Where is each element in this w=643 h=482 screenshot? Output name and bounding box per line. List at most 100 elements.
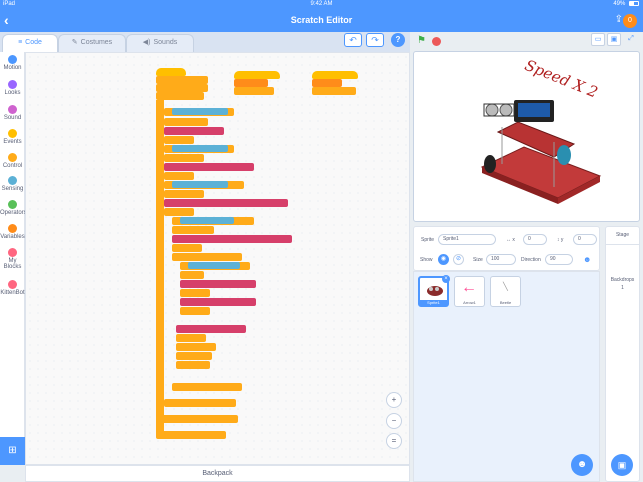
x-field[interactable]: 0 xyxy=(523,234,547,245)
redo-button[interactable]: ↷ xyxy=(366,33,384,47)
code-block[interactable] xyxy=(172,253,242,261)
sprite-info-panel: Sprite Sprite1 ↔ x 0 ↕ y 0 Show ◉ ⊘ Size… xyxy=(413,226,600,271)
code-block[interactable] xyxy=(172,383,242,391)
code-block[interactable] xyxy=(176,325,246,333)
category-sensing[interactable]: Sensing xyxy=(0,176,25,192)
eye-open-icon: ◉ xyxy=(440,256,447,262)
delete-sprite-icon[interactable]: × xyxy=(442,275,450,283)
code-block[interactable] xyxy=(164,208,194,216)
category-looks[interactable]: Looks xyxy=(0,80,25,96)
category-variables[interactable]: Variables xyxy=(0,224,25,240)
my-blocks-dot-icon xyxy=(8,248,17,257)
y-field[interactable]: 0 xyxy=(573,234,597,245)
arrow-sprite-icon: ← xyxy=(461,279,477,296)
help-button[interactable]: ? xyxy=(391,33,405,47)
category-operators[interactable]: Operators xyxy=(0,200,27,216)
tab-code[interactable]: ≡ Code xyxy=(2,34,58,52)
choose-backdrop-button[interactable]: ▣ xyxy=(611,454,633,476)
code-block[interactable] xyxy=(176,334,206,342)
direction-field[interactable]: 90 xyxy=(545,254,573,265)
code-block[interactable] xyxy=(172,235,292,243)
add-extension-button[interactable]: ⊞ xyxy=(0,437,25,465)
events-dot-icon xyxy=(8,129,17,138)
code-block[interactable] xyxy=(156,415,238,423)
fullscreen-button[interactable]: ⤢ xyxy=(624,33,638,46)
code-block[interactable] xyxy=(180,298,256,306)
small-stage-button[interactable]: ▭ xyxy=(591,33,605,46)
code-block[interactable] xyxy=(156,68,186,76)
show-hidden-button[interactable]: ⊘ xyxy=(453,254,464,265)
code-block[interactable] xyxy=(176,343,216,351)
code-workspace[interactable]: + − = xyxy=(25,52,410,465)
choose-sprite-button[interactable]: ☻ xyxy=(571,454,593,476)
title-bar: ‹ Scratch Editor ⇪ 0 xyxy=(0,10,643,32)
code-block[interactable] xyxy=(180,280,256,288)
sensing-reporter[interactable] xyxy=(188,262,240,269)
sprite-tile-sprite1[interactable]: × Sprite1 xyxy=(418,275,450,307)
stop-icon[interactable] xyxy=(432,37,441,46)
tab-sounds[interactable]: ◀) Sounds xyxy=(126,34,194,52)
sensing-reporter[interactable] xyxy=(172,108,228,115)
category-kittenbot[interactable]: KittenBot xyxy=(0,280,25,296)
code-block[interactable] xyxy=(180,289,210,297)
category-control[interactable]: Control xyxy=(0,153,25,169)
zoom-in-button[interactable]: + xyxy=(386,392,402,408)
code-block[interactable] xyxy=(164,163,254,171)
backdrops-label: Backdrops xyxy=(610,277,635,283)
code-block[interactable] xyxy=(234,87,274,95)
code-block[interactable] xyxy=(234,71,280,79)
tab-costumes[interactable]: ✎ Costumes xyxy=(58,34,126,52)
zoom-reset-icon: = xyxy=(391,436,397,445)
code-block[interactable] xyxy=(164,199,288,207)
sprite-tile-arrow1[interactable]: ← Arrow1 xyxy=(454,276,485,307)
code-block[interactable] xyxy=(164,154,204,162)
code-block[interactable] xyxy=(172,226,214,234)
sprite-name-field[interactable]: Sprite1 xyxy=(438,234,496,245)
code-block[interactable] xyxy=(156,84,208,92)
code-block[interactable] xyxy=(156,92,204,100)
large-stage-button[interactable]: ▣ xyxy=(607,33,621,46)
category-events[interactable]: Events xyxy=(0,129,25,145)
code-block[interactable] xyxy=(172,244,202,252)
share-icon[interactable]: ⇪ xyxy=(615,14,623,25)
zoom-reset-button[interactable]: = xyxy=(386,433,402,449)
battery-percent: 49% xyxy=(613,1,626,8)
code-block[interactable] xyxy=(164,172,194,180)
code-block[interactable] xyxy=(312,87,356,95)
code-block[interactable] xyxy=(156,431,226,439)
category-sound[interactable]: Sound xyxy=(0,105,25,121)
stage-target-panel[interactable]: Stage Backdrops 1 xyxy=(605,226,640,482)
code-block[interactable] xyxy=(312,71,358,79)
robot-thumbnail-icon xyxy=(427,286,443,296)
undo-button[interactable]: ↶ xyxy=(344,33,362,47)
stage-canvas[interactable]: Speed X 2 xyxy=(413,51,640,222)
sprite-tile-beetle[interactable]: ╲ Beetle xyxy=(490,276,521,307)
zoom-out-button[interactable]: − xyxy=(386,413,402,429)
sensing-reporter[interactable] xyxy=(180,217,234,224)
notification-badge[interactable]: 0 xyxy=(623,14,637,28)
category-motion[interactable]: Motion xyxy=(0,55,25,71)
code-block[interactable] xyxy=(312,79,342,87)
sensing-reporter[interactable] xyxy=(172,181,228,188)
code-block[interactable] xyxy=(164,118,208,126)
sprite-cat-icon[interactable]: ☻ xyxy=(583,255,591,264)
code-block[interactable] xyxy=(180,307,210,315)
code-block[interactable] xyxy=(164,127,224,135)
backpack-bar[interactable]: Backpack xyxy=(25,465,410,482)
code-block[interactable] xyxy=(176,361,210,369)
show-visible-button[interactable]: ◉ xyxy=(438,254,449,265)
code-block[interactable] xyxy=(180,271,204,279)
status-time: 9:42 AM xyxy=(310,1,333,7)
category-my-blocks[interactable]: My Blocks xyxy=(0,248,25,270)
code-block[interactable] xyxy=(164,190,204,198)
code-block[interactable] xyxy=(164,136,194,144)
small-stage-icon: ▭ xyxy=(594,36,602,43)
undo-icon: ↶ xyxy=(349,35,357,45)
code-block[interactable] xyxy=(234,79,268,87)
green-flag-icon[interactable]: ⚑ xyxy=(417,35,426,46)
sensing-reporter[interactable] xyxy=(172,145,228,152)
size-field[interactable]: 100 xyxy=(486,254,516,265)
code-block[interactable] xyxy=(156,76,208,84)
code-block[interactable] xyxy=(176,352,212,360)
code-block[interactable] xyxy=(164,399,236,407)
